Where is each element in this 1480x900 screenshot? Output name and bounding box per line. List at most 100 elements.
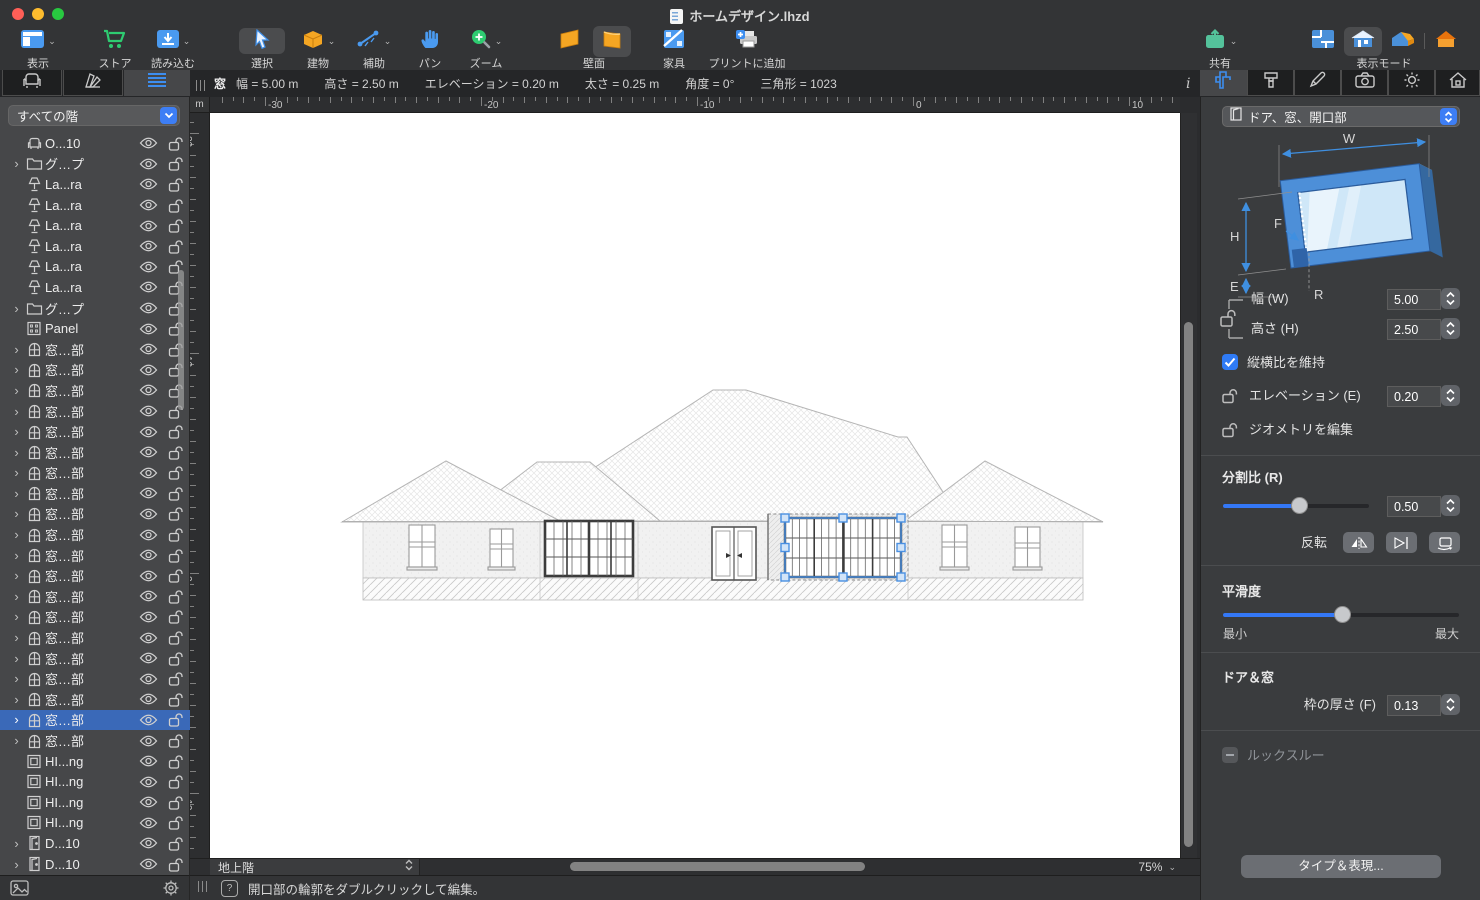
inspector-tab-camera[interactable] — [1341, 70, 1388, 96]
lock-open-icon[interactable] — [162, 815, 190, 831]
eye-icon[interactable] — [134, 632, 162, 644]
vertical-scrollbar-thumb[interactable] — [1184, 322, 1193, 847]
eye-icon[interactable] — [134, 714, 162, 726]
furniture-button[interactable]: 家具 — [648, 28, 700, 70]
render-mode-icon[interactable] — [1433, 29, 1459, 54]
tree-item[interactable]: › 窓…部 — [0, 565, 190, 586]
tree-item[interactable]: › 窓…部 — [0, 648, 190, 669]
eye-icon[interactable] — [134, 220, 162, 232]
frame-thickness-input[interactable] — [1387, 695, 1441, 716]
inspector-tab-object[interactable] — [1200, 70, 1247, 96]
lock-open-icon[interactable] — [162, 589, 190, 604]
lock-open-icon[interactable] — [162, 177, 190, 192]
drawing-canvas[interactable] — [210, 113, 1180, 858]
disclosure-icon[interactable]: › — [10, 858, 23, 871]
drag-handle-icon[interactable] — [196, 78, 207, 96]
store-button[interactable]: ストア — [86, 28, 144, 70]
elevation-stepper[interactable] — [1441, 385, 1460, 406]
lock-open-icon[interactable] — [162, 651, 190, 666]
eye-icon[interactable] — [134, 796, 162, 808]
look-through-checkbox[interactable] — [1222, 747, 1238, 763]
lock-open-icon[interactable] — [162, 609, 190, 625]
building-tool-button[interactable]: ⌄ 建物 — [292, 28, 344, 70]
eye-icon[interactable] — [134, 570, 162, 582]
vertical-scrollbar[interactable] — [1180, 113, 1197, 858]
gear-icon[interactable] — [162, 879, 180, 900]
disclosure-icon[interactable]: › — [10, 652, 23, 665]
tree-item[interactable]: › 窓…部 — [0, 442, 190, 463]
horizontal-scrollbar-thumb[interactable] — [570, 862, 865, 871]
lock-open-icon[interactable] — [162, 465, 190, 480]
flip-vertical-button[interactable] — [1386, 532, 1417, 553]
zoom-tool-button[interactable]: ⌄ ズーム — [458, 28, 514, 70]
help-icon[interactable]: ? — [221, 879, 238, 897]
tree-item[interactable]: › 窓…部 — [0, 401, 190, 422]
elevation-mode-icon[interactable] — [1343, 26, 1382, 56]
eye-icon[interactable] — [134, 611, 162, 623]
width-stepper[interactable] — [1441, 288, 1460, 309]
disclosure-icon[interactable]: › — [10, 302, 23, 315]
lock-open-icon[interactable] — [162, 259, 190, 275]
tree-item[interactable]: › 窓…部 — [0, 504, 190, 525]
split-ratio-stepper[interactable] — [1441, 495, 1460, 516]
disclosure-icon[interactable]: › — [10, 734, 23, 747]
lock-open-icon[interactable] — [162, 362, 190, 377]
pan-tool-button[interactable]: パン — [406, 28, 454, 70]
zoom-level-control[interactable]: 75% ⌄ — [1138, 859, 1176, 875]
eye-icon[interactable] — [134, 199, 162, 211]
keep-aspect-checkbox[interactable] — [1222, 354, 1238, 370]
eye-icon[interactable] — [134, 693, 162, 705]
lock-open-icon[interactable] — [162, 630, 190, 645]
disclosure-icon[interactable]: › — [10, 157, 23, 170]
tree-item[interactable]: › 窓…部 — [0, 524, 190, 545]
smoothness-slider-knob[interactable] — [1334, 606, 1351, 623]
tree-item[interactable]: La...ra — [0, 215, 190, 236]
tree-item[interactable]: HI...ng — [0, 771, 190, 792]
eye-icon[interactable] — [134, 487, 162, 499]
tree-item[interactable]: › グ…プ — [0, 154, 190, 175]
lock-open-icon[interactable] — [162, 156, 190, 172]
3d-mode-icon[interactable] — [1390, 29, 1416, 54]
disclosure-icon[interactable]: › — [10, 343, 23, 356]
eye-icon[interactable] — [134, 281, 162, 293]
tree-item[interactable]: HI...ng — [0, 792, 190, 813]
eye-icon[interactable] — [134, 240, 162, 252]
rotate-button[interactable] — [1429, 532, 1460, 553]
disclosure-icon[interactable]: › — [10, 528, 23, 541]
lock-open-icon[interactable] — [162, 136, 190, 151]
eye-icon[interactable] — [134, 426, 162, 438]
share-button[interactable]: ⌄ 共有 — [1192, 28, 1248, 70]
tree-item[interactable]: › 窓…部 — [0, 421, 190, 442]
type-representation-button[interactable]: タイプ＆表現... — [1241, 855, 1441, 878]
eye-icon[interactable] — [134, 467, 162, 479]
eye-icon[interactable] — [134, 837, 162, 849]
straight-wall-icon[interactable] — [557, 28, 583, 55]
tree-item[interactable]: › 窓…部 — [0, 545, 190, 566]
eye-icon[interactable] — [134, 137, 162, 149]
sidebar-scrollbar-thumb[interactable] — [178, 270, 184, 410]
disclosure-icon[interactable]: › — [10, 384, 23, 397]
lock-open-icon[interactable] — [162, 383, 190, 398]
eye-icon[interactable] — [134, 858, 162, 870]
tree-item[interactable]: O...10 — [0, 133, 190, 154]
lock-open-icon[interactable] — [162, 218, 190, 233]
sidebar-tab-materials[interactable] — [63, 70, 123, 96]
lock-open-icon[interactable] — [1222, 388, 1240, 404]
eye-icon[interactable] — [134, 735, 162, 747]
eye-icon[interactable] — [134, 755, 162, 767]
disclosure-icon[interactable]: › — [10, 466, 23, 479]
lock-open-icon[interactable] — [162, 198, 190, 213]
tree-item[interactable]: HI...ng — [0, 813, 190, 834]
eye-icon[interactable] — [134, 776, 162, 788]
height-stepper[interactable] — [1441, 318, 1460, 339]
lock-open-icon[interactable] — [162, 795, 190, 810]
lock-open-icon[interactable] — [162, 568, 190, 583]
tree-item[interactable]: › 窓…部 — [0, 627, 190, 648]
eye-icon[interactable] — [134, 302, 162, 314]
lock-open-icon[interactable] — [162, 404, 190, 419]
tree-item[interactable]: HI...ng — [0, 751, 190, 772]
lock-open-icon[interactable] — [162, 671, 190, 686]
floor-filter-dropdown[interactable]: すべての階 — [8, 105, 180, 126]
eye-icon[interactable] — [134, 364, 162, 376]
disclosure-icon[interactable]: › — [10, 713, 23, 726]
